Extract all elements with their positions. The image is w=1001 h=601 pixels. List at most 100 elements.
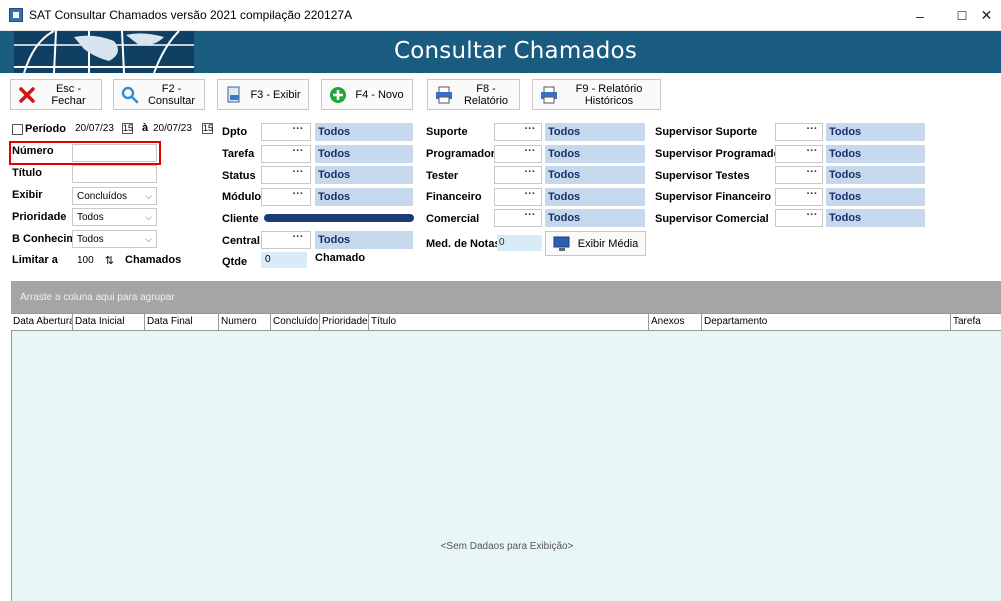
lookup-button[interactable]: ··· xyxy=(802,146,822,161)
grid-header: Data Abertura Data Inicial Data Final Nu… xyxy=(11,313,1001,331)
lookup-button[interactable]: ··· xyxy=(288,167,308,182)
app-icon xyxy=(9,8,23,22)
close-x-icon xyxy=(18,86,36,104)
tarefa-value: Todos xyxy=(315,145,413,163)
printer-icon xyxy=(540,86,558,104)
plus-icon xyxy=(329,86,347,104)
periodo-separator: à xyxy=(142,122,149,134)
page-heading: Consultar Chamados xyxy=(393,38,638,64)
lookup-button[interactable]: ··· xyxy=(288,146,308,161)
window-title: SAT Consultar Chamados versão 2021 compi… xyxy=(29,8,353,22)
qtde-value: 0 xyxy=(261,252,307,268)
col-concluido[interactable]: Concluído xyxy=(271,314,320,330)
central-label: Central xyxy=(222,235,260,247)
lookup-button[interactable]: ··· xyxy=(520,210,540,225)
exibir-label: Exibir xyxy=(12,189,43,201)
qtde-suffix: Chamado xyxy=(315,252,366,264)
minimize-button[interactable]: – xyxy=(897,0,943,31)
periodo-to-date[interactable]: 20/07/23 xyxy=(153,123,192,134)
chevron-down-icon: ⌵ xyxy=(145,234,152,244)
report-button[interactable]: F8 - Relatório xyxy=(427,79,520,110)
titulo-input[interactable] xyxy=(72,165,157,183)
col-data-final[interactable]: Data Final xyxy=(145,314,219,330)
close-form-button[interactable]: Esc - Fechar xyxy=(10,79,102,110)
lookup-button[interactable]: ··· xyxy=(802,167,822,182)
status-label: Status xyxy=(222,170,256,182)
financeiro-value: Todos xyxy=(545,188,645,206)
chevron-down-icon: ⌵ xyxy=(145,191,152,201)
sup-programador-value: Todos xyxy=(826,145,925,163)
left-margin xyxy=(0,281,11,601)
tester-label: Tester xyxy=(426,170,459,182)
spin-icon[interactable]: ⇅ xyxy=(105,254,114,267)
lookup-button[interactable]: ··· xyxy=(288,232,308,247)
exibir-select[interactable]: Concluídos ⌵ xyxy=(72,187,157,205)
limitar-input[interactable]: 100 ⇅ xyxy=(72,251,122,269)
bconhecim-select[interactable]: Todos ⌵ xyxy=(72,230,157,248)
dpto-value: Todos xyxy=(315,123,413,141)
col-anexos[interactable]: Anexos xyxy=(649,314,702,330)
col-data-abertura[interactable]: Data Abertura xyxy=(11,314,73,330)
periodo-from-date[interactable]: 20/07/23 xyxy=(75,123,114,134)
tester-value: Todos xyxy=(545,166,645,184)
new-button[interactable]: F4 - Novo xyxy=(321,79,413,110)
med-notas-value: 0 xyxy=(497,235,542,251)
lookup-button[interactable]: ··· xyxy=(520,146,540,161)
suporte-label: Suporte xyxy=(426,126,468,138)
periodo-checkbox[interactable] xyxy=(12,124,23,135)
sup-financeiro-value: Todos xyxy=(826,188,925,206)
printer-icon xyxy=(435,86,453,104)
filter-form: Período 20/07/23 15 à 20/07/23 15 Número… xyxy=(0,119,1001,280)
col-prioridade[interactable]: Prioridade xyxy=(320,314,369,330)
exibir-media-button[interactable]: Exibir Média xyxy=(545,231,646,256)
cliente-label: Cliente xyxy=(222,213,259,225)
lookup-button[interactable]: ··· xyxy=(288,189,308,204)
group-by-area[interactable]: Arraste a coluna aqui para agrupar xyxy=(11,281,1001,313)
sup-suporte-value: Todos xyxy=(826,123,925,141)
lookup-button[interactable]: ··· xyxy=(802,189,822,204)
header-banner: Consultar Chamados xyxy=(0,31,1001,73)
sup-comercial-value: Todos xyxy=(826,209,925,227)
bconhecim-label: B Conhecim. xyxy=(12,233,80,245)
grid-body[interactable]: <Sem Dadaos para Exibição> xyxy=(11,331,1001,601)
prioridade-label: Prioridade xyxy=(12,211,67,223)
col-data-inicial[interactable]: Data Inicial xyxy=(73,314,145,330)
status-value: Todos xyxy=(315,166,413,184)
group-hint: Arraste a coluna aqui para agrupar xyxy=(20,292,175,303)
col-titulo[interactable]: Título xyxy=(369,314,649,330)
sup-testes-value: Todos xyxy=(826,166,925,184)
modulo-label: Módulo xyxy=(222,191,262,203)
lookup-button[interactable]: ··· xyxy=(802,124,822,139)
limitar-label: Limitar a xyxy=(12,254,58,266)
close-button[interactable]: ✕ xyxy=(972,0,1001,31)
lookup-button[interactable]: ··· xyxy=(520,189,540,204)
lookup-button[interactable]: ··· xyxy=(520,167,540,182)
central-value: Todos xyxy=(315,231,413,249)
qtde-label: Qtde xyxy=(222,256,248,268)
financeiro-label: Financeiro xyxy=(426,191,482,203)
calendar-icon[interactable]: 15 xyxy=(122,123,133,134)
col-tarefa[interactable]: Tarefa xyxy=(951,314,1001,330)
cliente-redacted-value xyxy=(264,214,414,222)
view-button[interactable]: F3 - Exibir xyxy=(217,79,309,110)
sup-suporte-label: Supervisor Suporte xyxy=(655,126,758,138)
periodo-label: Período xyxy=(25,123,66,135)
history-report-button[interactable]: F9 - Relatório Históricos xyxy=(532,79,661,110)
sup-financeiro-label: Supervisor Financeiro xyxy=(655,191,772,203)
lookup-button[interactable]: ··· xyxy=(802,210,822,225)
calendar-icon[interactable]: 15 xyxy=(202,123,213,134)
lookup-button[interactable]: ··· xyxy=(288,124,308,139)
lookup-button[interactable]: ··· xyxy=(520,124,540,139)
title-bar: SAT Consultar Chamados versão 2021 compi… xyxy=(0,0,1001,31)
empty-message: <Sem Dadaos para Exibição> xyxy=(440,541,574,552)
col-departamento[interactable]: Departamento xyxy=(702,314,951,330)
prioridade-select[interactable]: Todos ⌵ xyxy=(72,208,157,226)
dpto-label: Dpto xyxy=(222,126,248,138)
comercial-label: Comercial xyxy=(426,213,480,225)
chevron-down-icon: ⌵ xyxy=(145,212,152,222)
search-icon xyxy=(121,86,139,104)
col-numero[interactable]: Numero xyxy=(219,314,271,330)
toolbar: Esc - Fechar F2 - Consultar F3 - Exibir … xyxy=(0,73,1001,119)
search-button[interactable]: F2 - Consultar xyxy=(113,79,205,110)
programador-label: Programador xyxy=(426,148,496,160)
